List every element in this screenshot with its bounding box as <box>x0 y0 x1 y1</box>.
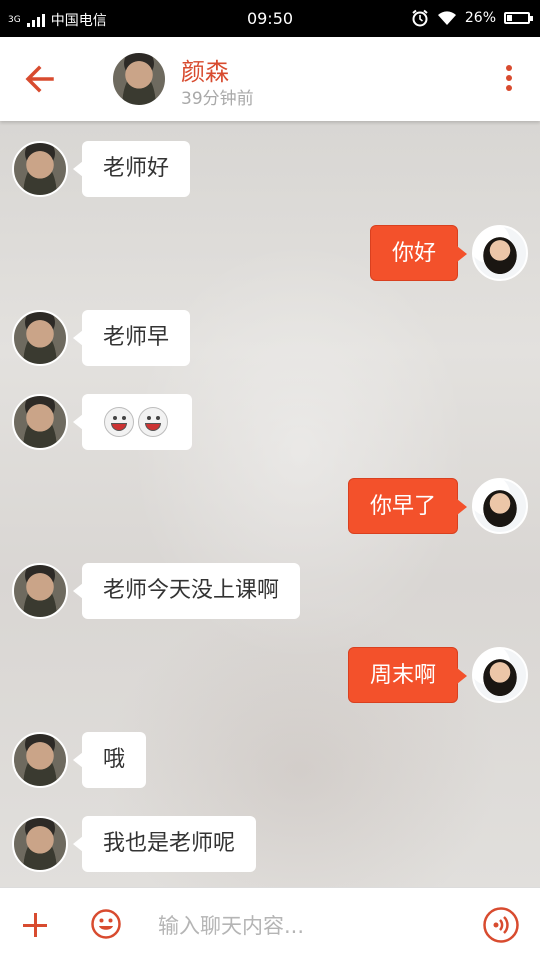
add-attachment-icon[interactable] <box>21 911 49 939</box>
message-bubble[interactable]: 老师今天没上课啊 <box>72 563 301 619</box>
message-bubble[interactable]: 我也是老师呢 <box>72 816 257 872</box>
message-outgoing: 周末啊 <box>333 647 528 703</box>
message-input[interactable] <box>156 906 460 946</box>
sender-avatar[interactable] <box>12 816 68 872</box>
input-bar <box>0 887 540 961</box>
message-bubble[interactable] <box>73 394 192 450</box>
own-avatar[interactable] <box>472 225 528 281</box>
chat-header: 颜森 39分钟前 <box>0 37 540 121</box>
status-right: 26% <box>411 9 533 27</box>
emoji-picker-icon[interactable] <box>90 908 122 940</box>
grin-emoji-icon <box>138 407 168 437</box>
status-bar: 3G 中国电信 09:50 26% <box>0 0 540 37</box>
contact-name: 颜森 <box>181 58 229 86</box>
message-outgoing: 你好 <box>357 225 528 281</box>
sender-avatar[interactable] <box>12 394 68 450</box>
sender-avatar[interactable] <box>12 141 68 197</box>
message-incoming: 老师早 <box>12 310 191 366</box>
alarm-icon <box>412 9 428 27</box>
message-bubble[interactable]: 你早了 <box>347 478 468 534</box>
message-incoming: 哦 <box>12 732 147 788</box>
message-bubble[interactable]: 哦 <box>72 732 147 788</box>
contact-avatar[interactable] <box>111 51 167 107</box>
voice-input-icon[interactable] <box>482 906 520 944</box>
message-incoming: 我也是老师呢 <box>12 816 257 872</box>
grin-emoji-icon <box>104 407 134 437</box>
own-avatar[interactable] <box>472 647 528 703</box>
message-bubble[interactable]: 老师好 <box>72 141 191 197</box>
last-seen-text: 39分钟前 <box>181 89 254 109</box>
battery-icon <box>504 12 533 24</box>
back-arrow-icon[interactable] <box>22 61 62 97</box>
chat-messages[interactable]: 老师好 你好 老师早 你早了 老师今天没上课啊 周末啊 哦 我也是老师呢 <box>0 121 540 887</box>
message-bubble[interactable]: 你好 <box>369 225 468 281</box>
own-avatar[interactable] <box>472 478 528 534</box>
sender-avatar[interactable] <box>12 310 68 366</box>
wifi-icon <box>437 11 456 25</box>
message-incoming: 老师今天没上课啊 <box>12 563 301 619</box>
message-outgoing: 你早了 <box>333 478 528 534</box>
message-bubble[interactable]: 周末啊 <box>347 647 468 703</box>
sender-avatar[interactable] <box>12 732 68 788</box>
message-bubble[interactable]: 老师早 <box>72 310 191 366</box>
battery-percent: 26% <box>464 10 496 26</box>
message-incoming <box>12 394 192 450</box>
more-options-icon[interactable] <box>504 65 514 93</box>
message-incoming: 老师好 <box>12 141 191 197</box>
sender-avatar[interactable] <box>12 563 68 619</box>
